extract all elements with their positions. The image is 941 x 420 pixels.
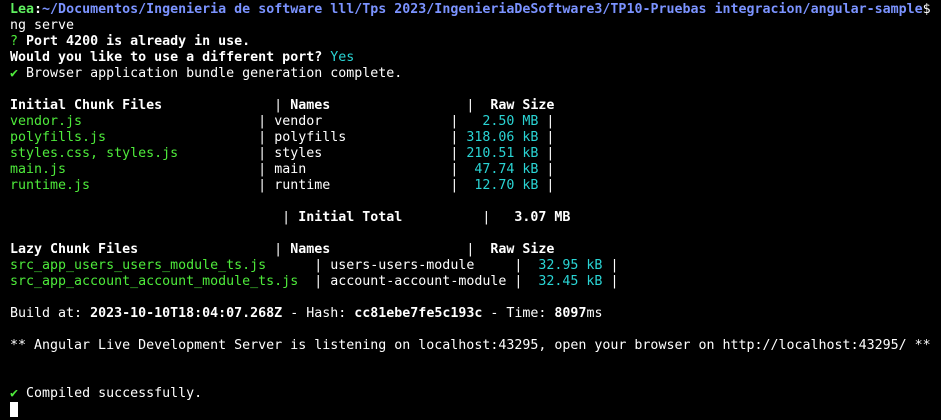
chunk-size: 32.95 kB	[538, 258, 603, 273]
table-row: src_app_account_account_module_ts.js | a…	[10, 274, 619, 289]
server-message-line: ** Angular Live Development Server is li…	[10, 338, 931, 353]
bundle-status-text: Browser application bundle generation co…	[26, 66, 403, 81]
build-time-unit: ms	[586, 306, 603, 321]
prompt-symbol: $	[922, 2, 931, 17]
chunk-file: vendor.js	[10, 114, 83, 129]
prompt-line: Lea:~/Documentos/Ingenieria de software …	[10, 2, 931, 17]
bundle-status-line: ✔ Browser application bundle generation …	[10, 66, 941, 82]
chunk-file: polyfills.js	[10, 130, 107, 145]
prompt-path: ~/Documentos/Ingenieria de software lll/…	[42, 2, 923, 17]
chunk-size: 12.70 kB	[474, 178, 539, 193]
chunk-name: runtime	[274, 178, 331, 193]
column-header-files: Lazy Chunk Files	[10, 242, 139, 257]
chunk-file: runtime.js	[10, 178, 91, 193]
chunk-size: 210.51 kB	[466, 146, 539, 161]
port-in-use-text: Port 4200 is already in use.	[26, 34, 251, 49]
chunk-name: styles	[274, 146, 323, 161]
chunk-size: 32.45 kB	[538, 274, 603, 289]
chunk-name: users-users-module	[330, 258, 475, 273]
different-port-line: Would you like to use a different port? …	[10, 50, 941, 66]
column-header-size: Raw Size	[490, 98, 555, 113]
column-header-size: Raw Size	[490, 242, 555, 257]
cursor-line	[10, 402, 941, 418]
table-row: styles.css, styles.js | styles | 210.51 …	[10, 146, 555, 161]
table-row: polyfills.js | polyfills | 318.06 kB |	[10, 130, 555, 145]
terminal-window[interactable]: Lea:~/Documentos/Ingenieria de software …	[0, 0, 941, 420]
table-row: runtime.js | runtime | 12.70 kB |	[10, 178, 555, 193]
chunk-size: 2.50 MB	[482, 114, 539, 129]
column-header-files: Initial Chunk Files	[10, 98, 163, 113]
initial-total-value: 3.07 MB	[514, 210, 571, 225]
time-label: - Time:	[482, 306, 555, 321]
table-row: src_app_users_users_module_ts.js | users…	[10, 258, 619, 273]
column-header-names: Names	[290, 242, 331, 257]
check-icon: ✔	[10, 66, 19, 81]
question-mark-icon: ?	[10, 34, 19, 49]
chunk-name: vendor	[274, 114, 323, 129]
build-info-line: Build at: 2023-10-10T18:04:07.268Z - Has…	[10, 306, 941, 322]
terminal-cursor[interactable]	[10, 402, 18, 417]
initial-total-row: | Initial Total | 3.07 MB	[10, 210, 571, 225]
column-header-names: Names	[290, 98, 331, 113]
chunk-file: styles.css, styles.js	[10, 146, 179, 161]
chunk-size: 318.06 kB	[466, 130, 539, 145]
chunk-name: main	[274, 162, 307, 177]
build-time: 8097	[554, 306, 587, 321]
chunk-name: account-account-module	[330, 274, 507, 289]
different-port-answer: Yes	[330, 50, 355, 65]
compiled-text: Compiled successfully.	[26, 386, 203, 401]
table-row: main.js | main | 47.74 kB |	[10, 162, 555, 177]
chunk-file: src_app_account_account_module_ts.js	[10, 274, 299, 289]
check-icon: ✔	[10, 386, 19, 401]
chunk-file: src_app_users_users_module_ts.js	[10, 258, 267, 273]
different-port-question: Would you like to use a different port?	[10, 50, 323, 65]
hash-label: - Hash:	[282, 306, 355, 321]
chunk-name: polyfills	[274, 130, 347, 145]
build-label: Build at:	[10, 306, 91, 321]
compiled-line: ✔ Compiled successfully.	[10, 386, 941, 402]
port-in-use-line: ? Port 4200 is already in use.	[10, 34, 941, 50]
prompt-user: Lea	[10, 2, 35, 17]
initial-table-header: Initial Chunk Files | Names | Raw Size	[10, 98, 555, 113]
initial-total-label: Initial Total	[298, 210, 403, 225]
chunk-size: 47.74 kB	[474, 162, 539, 177]
table-row: vendor.js | vendor | 2.50 MB |	[10, 114, 555, 129]
chunk-file: main.js	[10, 162, 67, 177]
command-line: ng serve	[10, 18, 75, 33]
lazy-table-header: Lazy Chunk Files | Names | Raw Size	[10, 242, 555, 257]
build-hash: cc81ebe7fe5c193c	[354, 306, 483, 321]
build-date: 2023-10-10T18:04:07.268Z	[90, 306, 283, 321]
